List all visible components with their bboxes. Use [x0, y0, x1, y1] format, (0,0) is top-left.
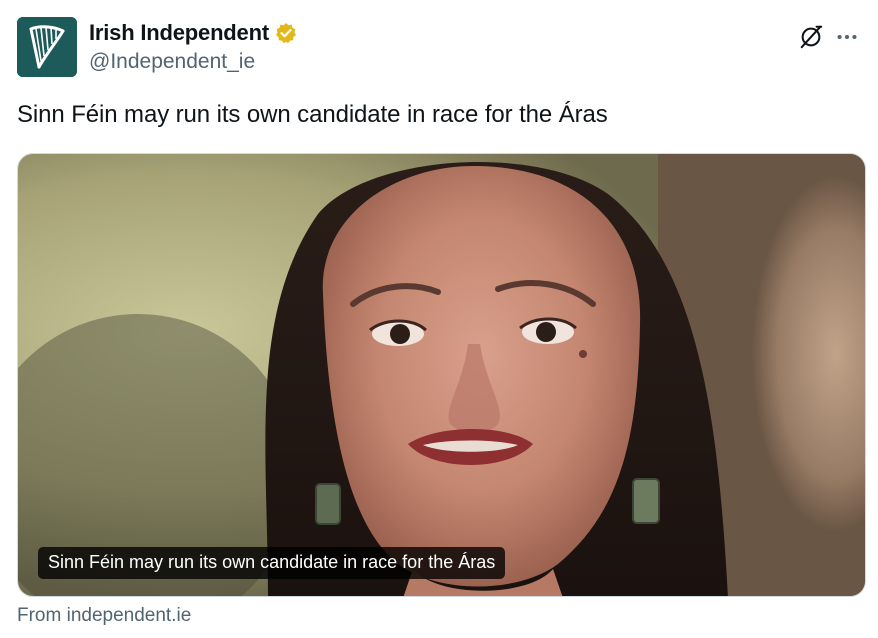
verified-badge-icon	[275, 22, 297, 44]
card-source-link[interactable]: From independent.ie	[17, 605, 191, 627]
harp-icon	[17, 17, 77, 77]
tweet-header: Irish Independent @Independent_ie	[17, 17, 861, 79]
article-photo	[18, 154, 865, 596]
handle[interactable]: @Independent_ie	[89, 50, 297, 74]
link-card[interactable]: Sinn Féin may run its own candidate in r…	[17, 153, 866, 597]
account-names: Irish Independent @Independent_ie	[89, 20, 297, 74]
display-name[interactable]: Irish Independent	[89, 20, 269, 46]
grok-icon	[800, 25, 823, 49]
avatar[interactable]	[17, 17, 77, 77]
tweet-text: Sinn Féin may run its own candidate in r…	[17, 101, 608, 128]
more-options-button[interactable]	[833, 23, 861, 51]
more-icon	[837, 34, 857, 40]
grok-button[interactable]	[797, 23, 825, 51]
card-caption: Sinn Féin may run its own candidate in r…	[38, 547, 506, 579]
